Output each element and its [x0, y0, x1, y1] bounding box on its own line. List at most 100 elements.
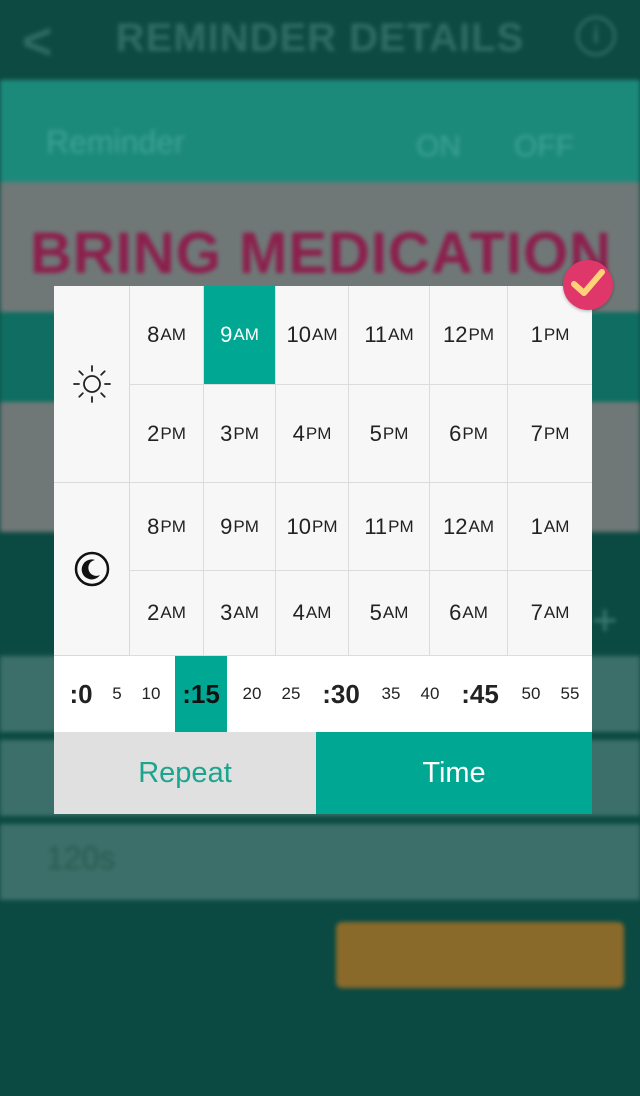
hour-option-3pm[interactable]: 3 PM	[204, 385, 276, 483]
hour-option-4am[interactable]: 4 AM	[276, 571, 349, 656]
minute-selector: :0 5 10:15 20 25:30 35 40:45 50 55	[54, 656, 592, 732]
hour-period: AM	[305, 603, 332, 622]
hour-period: PM	[233, 516, 259, 536]
hour-option-1am[interactable]: 1 AM	[508, 483, 592, 571]
field-value: 120s	[46, 840, 116, 876]
minute-option-10[interactable]: 10	[134, 656, 168, 732]
reminder-label: Reminder	[46, 124, 185, 160]
hour-period: PM	[311, 516, 338, 536]
hour-option-11am[interactable]: 11 AM	[349, 286, 430, 385]
plus-icon: +	[592, 596, 618, 645]
minute-option-55[interactable]: 55	[553, 656, 587, 732]
hour-number: 5	[369, 420, 382, 446]
hour-period: AM	[233, 325, 259, 344]
hour-number: 9	[220, 513, 233, 539]
hour-option-8pm[interactable]: 8 PM	[130, 483, 204, 571]
hour-number: 8	[147, 513, 160, 539]
background-field: 120s	[0, 824, 640, 904]
hour-period: PM	[160, 516, 186, 536]
hour-period: AM	[543, 603, 570, 622]
page-title: REMINDER DETAILS	[115, 16, 525, 60]
hour-number: 1	[530, 513, 543, 539]
hour-period: PM	[462, 423, 488, 443]
hour-period: AM	[388, 325, 414, 344]
minute-option-35[interactable]: 35	[374, 656, 408, 732]
hour-period: PM	[388, 516, 414, 536]
hour-option-12am[interactable]: 12 AM	[430, 483, 508, 571]
check-icon	[571, 268, 605, 303]
tab-repeat[interactable]: Repeat	[54, 732, 316, 814]
confirm-button[interactable]	[563, 260, 613, 310]
background-button	[336, 922, 624, 988]
hour-option-7pm[interactable]: 7 PM	[508, 385, 592, 483]
hour-option-10pm[interactable]: 10 PM	[276, 483, 349, 571]
off-toggle: OFF	[514, 130, 574, 163]
hour-number: 4	[292, 600, 305, 625]
reminder-name: BRING MEDICATION	[30, 221, 613, 286]
hour-period: AM	[382, 603, 409, 622]
hour-period: AM	[160, 325, 186, 344]
night-section	[54, 483, 130, 656]
minute-option-50[interactable]: 50	[514, 656, 548, 732]
hour-number: 11	[364, 513, 388, 539]
hour-number: 5	[369, 600, 382, 625]
hour-number: 3	[220, 420, 233, 446]
hour-option-6am[interactable]: 6 AM	[430, 571, 508, 656]
moon-icon	[74, 551, 110, 587]
hour-period: PM	[160, 423, 186, 443]
info-icon: i	[576, 16, 616, 56]
hour-number: 7	[530, 600, 543, 625]
hour-number: 9	[220, 322, 233, 347]
minute-option-45[interactable]: :45	[454, 656, 506, 732]
hour-period: PM	[543, 423, 570, 443]
minute-option-20[interactable]: 20	[235, 656, 269, 732]
hour-option-12pm[interactable]: 12 PM	[430, 286, 508, 385]
minute-option-25[interactable]: 25	[274, 656, 308, 732]
hour-number: 12	[443, 513, 468, 539]
hour-period: AM	[160, 603, 186, 622]
tab-time[interactable]: Time	[316, 732, 592, 814]
hour-option-7am[interactable]: 7 AM	[508, 571, 592, 656]
day-section	[54, 286, 130, 483]
minute-option-30[interactable]: :30	[315, 656, 367, 732]
hour-number: 10	[286, 513, 311, 539]
hour-period: AM	[543, 516, 570, 536]
minute-option-0[interactable]: :0	[61, 656, 101, 732]
hour-period: PM	[382, 423, 409, 443]
hour-number: 1	[530, 322, 543, 347]
hour-option-5pm[interactable]: 5 PM	[349, 385, 430, 483]
hour-option-5am[interactable]: 5 AM	[349, 571, 430, 656]
hour-option-9am[interactable]: 9 AM	[204, 286, 276, 385]
hour-number: 6	[449, 420, 462, 446]
hour-number: 3	[220, 600, 233, 625]
hour-period: PM	[543, 325, 570, 344]
hour-option-10am[interactable]: 10 AM	[276, 286, 349, 385]
hour-option-3am[interactable]: 3 AM	[204, 571, 276, 656]
hour-number: 11	[364, 322, 388, 347]
hour-option-2am[interactable]: 2 AM	[130, 571, 204, 656]
hour-option-4pm[interactable]: 4 PM	[276, 385, 349, 483]
hour-period: AM	[311, 325, 338, 344]
hour-number: 6	[449, 600, 462, 625]
hour-number: 10	[286, 322, 311, 347]
hour-number: 8	[147, 322, 160, 347]
hour-period: PM	[468, 325, 494, 344]
hour-option-9pm[interactable]: 9 PM	[204, 483, 276, 571]
hour-period: PM	[305, 423, 332, 443]
minute-option-15[interactable]: :15	[175, 656, 227, 732]
hour-option-6pm[interactable]: 6 PM	[430, 385, 508, 483]
app-header: < REMINDER DETAILS i	[0, 0, 640, 80]
hour-number: 12	[443, 322, 468, 347]
hour-option-2pm[interactable]: 2 PM	[130, 385, 204, 483]
hour-period: AM	[468, 516, 494, 536]
hour-option-11pm[interactable]: 11 PM	[349, 483, 430, 571]
on-toggle: ON	[416, 130, 461, 163]
hour-option-8am[interactable]: 8 AM	[130, 286, 204, 385]
minute-option-40[interactable]: 40	[413, 656, 447, 732]
hour-number: 7	[530, 420, 543, 446]
hour-period: PM	[233, 423, 259, 443]
hour-number: 2	[147, 420, 160, 446]
hour-number: 4	[292, 420, 305, 446]
minute-option-5[interactable]: 5	[103, 656, 131, 732]
hour-number: 2	[147, 600, 160, 625]
